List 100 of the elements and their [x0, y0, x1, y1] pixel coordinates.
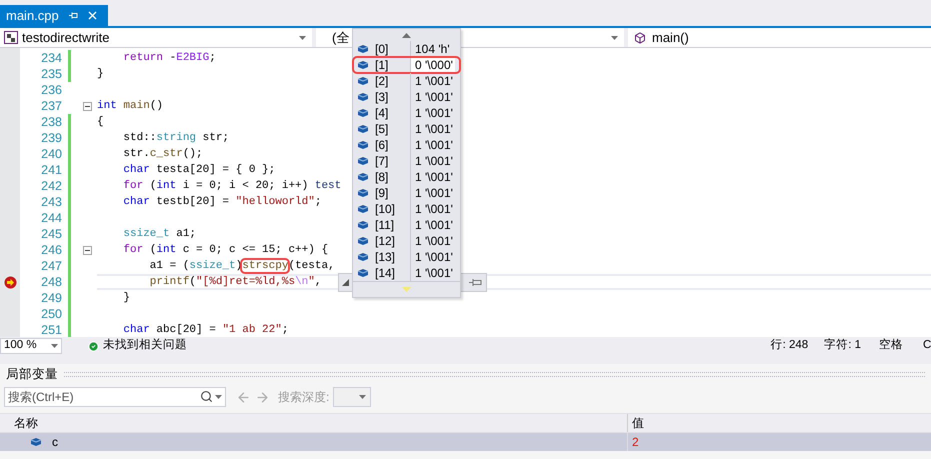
element-index: [4]	[375, 105, 388, 122]
caret-icon	[611, 36, 618, 40]
search-field[interactable]: 搜索(Ctrl+E)	[4, 387, 226, 407]
code-line: }	[97, 67, 104, 81]
spacing-indicator: 空格	[879, 337, 903, 354]
element-value: 1 '\001'	[414, 153, 454, 170]
code-line: str.c_str();	[122, 147, 203, 161]
line-number: 238	[41, 114, 62, 130]
element-index: [5]	[375, 121, 388, 138]
expand-icon[interactable]	[342, 279, 349, 286]
array-element-row[interactable]: [12] 1 '\001'	[353, 233, 460, 249]
cube-icon	[357, 236, 369, 246]
cube-icon	[357, 252, 369, 262]
element-value: 1 '\001'	[414, 105, 454, 122]
element-value: 1 '\001'	[414, 249, 454, 266]
line-number: 236	[41, 82, 62, 98]
element-value: 1 '\001'	[414, 121, 454, 138]
cube-icon	[357, 188, 369, 198]
code-line: char testb[20] = "helloworld";	[122, 195, 322, 209]
array-element-row[interactable]: [5] 1 '\001'	[353, 121, 460, 137]
collapse-icon[interactable]	[82, 102, 92, 110]
cube-icon	[357, 268, 369, 278]
element-index: [14]	[375, 265, 396, 282]
array-element-row[interactable]: [1] 0 '\000'	[353, 57, 460, 73]
close-icon[interactable]	[88, 11, 97, 20]
line-number: 242	[41, 178, 62, 194]
search-icon[interactable]	[200, 390, 213, 403]
element-index: [13]	[375, 249, 396, 266]
member-dropdown[interactable]: main()	[628, 28, 931, 47]
project-dropdown[interactable]: testodirectwrite	[0, 28, 312, 47]
line-number: 241	[41, 162, 62, 178]
line-number: 240	[41, 146, 62, 162]
array-element-row[interactable]: [2] 1 '\001'	[353, 73, 460, 89]
element-value: 1 '\001'	[414, 201, 454, 218]
cube-icon	[357, 220, 369, 230]
element-index: [11]	[375, 217, 394, 234]
cube-icon	[357, 44, 369, 54]
array-element-row[interactable]: [3] 1 '\001'	[353, 89, 460, 105]
line-number: 248	[41, 274, 62, 290]
array-element-row[interactable]: [14] 1 '\001'	[353, 265, 460, 281]
element-value: 1 '\001'	[414, 169, 454, 186]
zoom-dropdown[interactable]: 100 %	[0, 338, 62, 354]
element-index: [9]	[375, 185, 388, 202]
array-element-row[interactable]: [8] 1 '\001'	[353, 169, 460, 185]
code-line: for (int c = 0; c <= 15; c++) {	[122, 243, 328, 257]
panel-title: 局部变量	[6, 366, 58, 384]
line-number: 249	[41, 290, 62, 306]
code-line: {	[97, 115, 104, 129]
collapse-icon[interactable]	[82, 246, 92, 254]
element-index: [6]	[375, 137, 388, 154]
element-value: 1 '\001'	[414, 265, 454, 282]
cube-icon	[357, 156, 369, 166]
array-element-row[interactable]: [4] 1 '\001'	[353, 105, 460, 121]
file-tab[interactable]: main.cpp	[0, 5, 108, 26]
array-element-row[interactable]: [7] 1 '\001'	[353, 153, 460, 169]
line-ending-indicator: C	[923, 338, 931, 354]
array-element-row[interactable]: [10] 1 '\001'	[353, 201, 460, 217]
line-number: 246	[41, 242, 62, 258]
line-number: 239	[41, 130, 62, 146]
cube-icon	[357, 60, 369, 70]
code-line: }	[122, 291, 130, 305]
issues-status: 未找到相关问题	[103, 338, 188, 354]
code-line: int main()	[97, 99, 164, 113]
variable-row[interactable]: c 2	[0, 433, 931, 451]
code-line: return -E2BIG;	[122, 51, 216, 65]
current-statement-icon[interactable]	[4, 276, 16, 288]
cube-outline-icon	[634, 32, 646, 44]
code-line: for (int i = 0; i < 20; i++) test	[122, 179, 342, 193]
column-header[interactable]: 名称	[0, 414, 628, 432]
element-value: 1 '\001'	[414, 73, 454, 90]
element-index: [3]	[375, 89, 388, 106]
variable-name: c	[52, 434, 58, 451]
code-line: char testa[20] = { 0 };	[122, 163, 276, 177]
element-value: 1 '\001'	[414, 217, 454, 234]
line-number: 234	[41, 50, 62, 66]
pin-icon[interactable]	[469, 278, 482, 287]
line-number: 245	[41, 226, 62, 242]
array-element-row[interactable]: [6] 1 '\001'	[353, 137, 460, 153]
scroll-up-icon[interactable]	[402, 32, 411, 38]
array-element-row[interactable]: [13] 1 '\001'	[353, 249, 460, 265]
line-indicator: 行: 248	[770, 338, 808, 354]
element-value: 1 '\001'	[414, 233, 454, 250]
variable-value: 2	[631, 434, 639, 451]
line-number: 243	[41, 194, 62, 210]
element-value: 1 '\001'	[414, 137, 454, 154]
caret-icon	[299, 36, 306, 40]
cube-icon	[357, 108, 369, 118]
column-header[interactable]: 值	[628, 414, 644, 432]
cube-icon	[357, 124, 369, 134]
array-element-row[interactable]: [11] 1 '\001'	[353, 217, 460, 233]
line-number: 251	[41, 322, 62, 337]
project-icon	[4, 31, 18, 44]
element-value: 1 '\001'	[414, 89, 454, 106]
array-element-row[interactable]: [9] 1 '\001'	[353, 185, 460, 201]
code-line: ssize_t a1;	[122, 227, 196, 241]
element-index: [1]	[375, 57, 388, 74]
cube-icon	[357, 140, 369, 150]
depth-label: 搜索深度:	[278, 389, 330, 406]
line-number: 247	[41, 258, 62, 274]
check-icon	[88, 340, 99, 352]
